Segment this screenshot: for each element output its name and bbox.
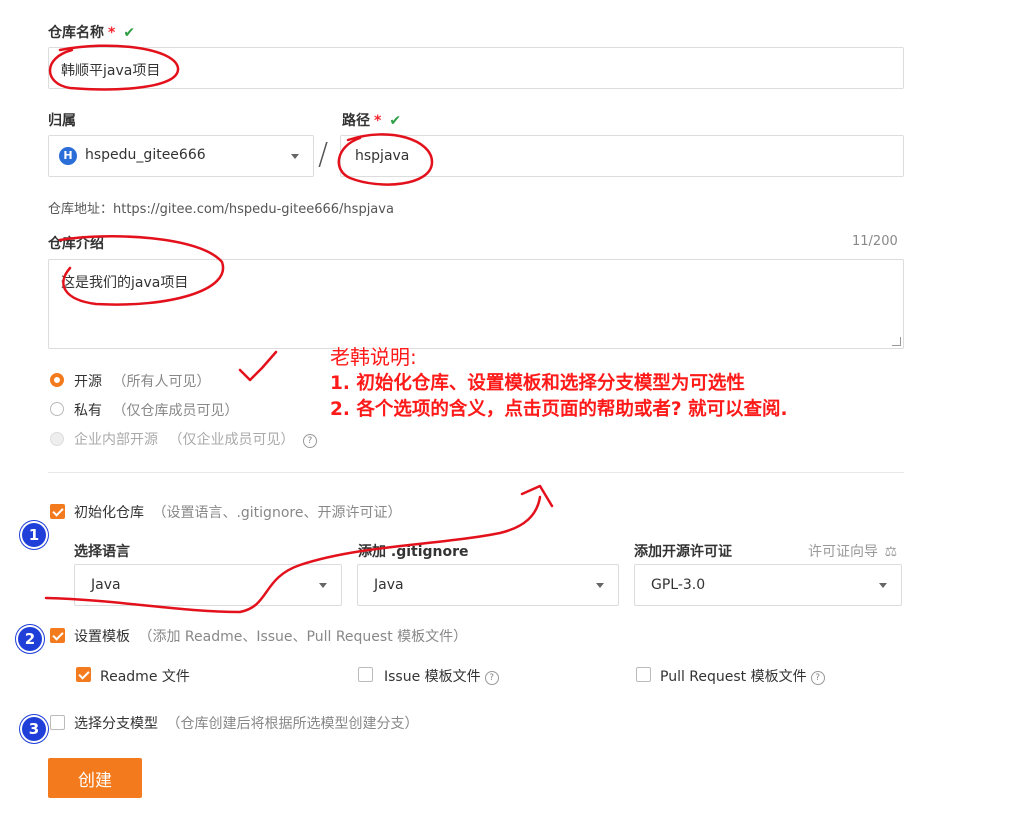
circle-path [337, 133, 434, 186]
curve-arrow [44, 495, 542, 614]
step-badge-1: 1 [22, 523, 46, 547]
annotation-line-1: 1. 初始化仓库、设置模板和选择分支模型为可选性 [330, 373, 745, 394]
circle-intro [58, 235, 225, 306]
arrow-head [520, 484, 554, 508]
circle-repo-name [48, 44, 180, 91]
step-badge-2: 2 [18, 627, 42, 651]
tick-mark [238, 350, 278, 382]
annotation-line-2: 2. 各个选项的含义，点击页面的帮助或者? 就可以查阅. [330, 399, 788, 420]
annotation-title: 老韩说明: [330, 345, 417, 369]
step-badge-3: 3 [22, 717, 46, 741]
